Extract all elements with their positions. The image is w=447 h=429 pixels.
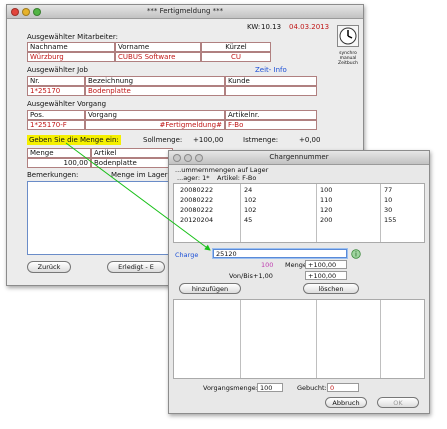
guide-arrow-line [65, 142, 211, 251]
guide-arrow [65, 142, 211, 251]
